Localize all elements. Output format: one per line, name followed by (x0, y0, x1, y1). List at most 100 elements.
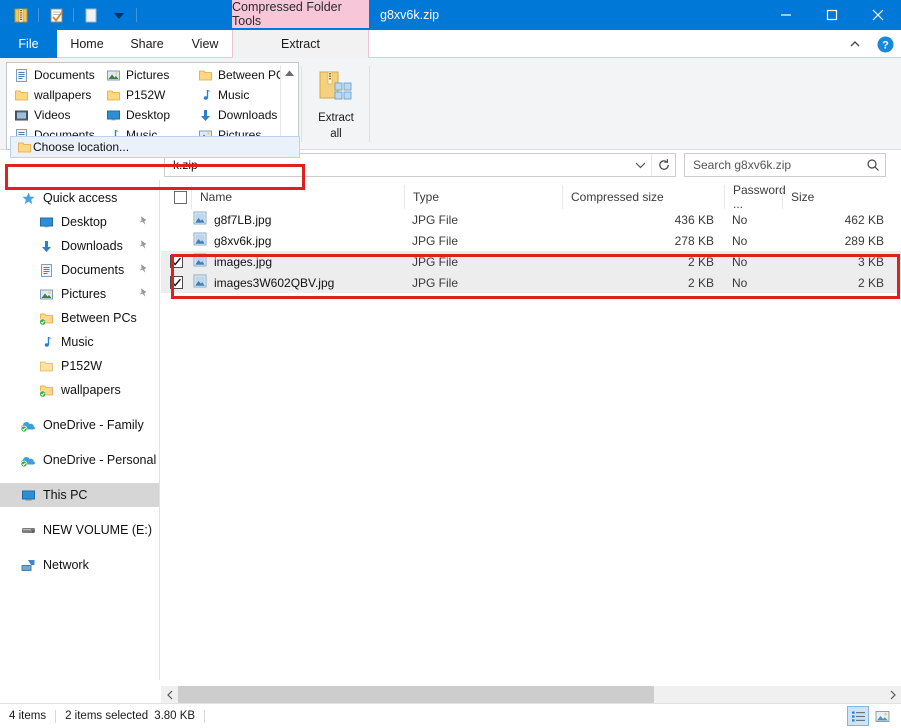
row-checkbox[interactable] (161, 251, 191, 272)
gallery-item-between-pcs[interactable]: Between PCs (192, 65, 280, 85)
ribbon-tab-row: File Home Share View Extract ? (0, 30, 901, 58)
scrollbar-track[interactable] (178, 686, 884, 703)
row-type-cell: JPG File (412, 212, 459, 227)
maximize-button[interactable] (809, 0, 855, 30)
sidebar-item-pictures[interactable]: Pictures (0, 282, 159, 306)
nav-spacer-4 (0, 507, 159, 518)
sidebar-item-label: Network (43, 558, 89, 572)
music-icon (38, 334, 54, 350)
column-header-type[interactable]: Type (404, 185, 562, 209)
minimize-button[interactable] (763, 0, 809, 30)
column-header-size[interactable]: Size (782, 185, 894, 209)
horizontal-scrollbar[interactable] (161, 686, 901, 703)
file-name-label: g8xv6k.jpg (214, 233, 272, 248)
row-checkbox[interactable] (161, 230, 191, 251)
choose-location-item[interactable]: Choose location... (10, 136, 300, 158)
sidebar-item-label: NEW VOLUME (E:) (43, 523, 153, 537)
search-icon[interactable] (861, 154, 885, 176)
sidebar-item-p152w[interactable]: P152W (0, 354, 159, 378)
tab-view[interactable]: View (177, 30, 233, 58)
table-row[interactable]: g8xv6k.jpg JPG File 278 KB No 289 KB (161, 230, 901, 251)
sidebar-item-documents[interactable]: Documents (0, 258, 159, 282)
properties-icon[interactable] (43, 3, 69, 27)
tab-home[interactable]: Home (57, 30, 117, 58)
gallery-item-wallpapers[interactable]: wallpapers (8, 85, 100, 105)
new-folder-icon[interactable] (78, 3, 104, 27)
column-header-name[interactable]: Name (191, 185, 404, 209)
nav-spacer-3 (0, 472, 159, 483)
sidebar-item-onedrive-personal[interactable]: OneDrive - Personal (0, 448, 159, 472)
file-list[interactable]: Name Type Compressed size Password ... S… (161, 180, 901, 680)
sidebar-item-desktop[interactable]: Desktop (0, 210, 159, 234)
column-header-password[interactable]: Password ... (724, 183, 786, 211)
row-checkbox[interactable] (161, 272, 191, 293)
refresh-icon[interactable] (651, 154, 675, 176)
scrollbar-thumb[interactable] (178, 686, 654, 703)
table-row[interactable]: images3W602QBV.jpg JPG File 2 KB No 2 KB (161, 272, 901, 293)
navigation-pane[interactable]: Quick access Desktop Downloads Documents… (0, 180, 160, 680)
gallery-item-label: Between PCs (218, 68, 280, 82)
gallery-item-videos-1[interactable]: Videos (8, 105, 100, 125)
status-item-count: 4 items (9, 710, 47, 722)
search-box[interactable]: Search g8xv6k.zip (684, 153, 886, 177)
gallery-item-music-1[interactable]: Music (192, 85, 280, 105)
folder-sync-icon (38, 310, 54, 326)
folder-sync-icon (38, 382, 54, 398)
desktop-icon (38, 214, 54, 230)
tab-file[interactable]: File (0, 30, 57, 58)
row-size-cell: 462 KB (844, 212, 884, 227)
help-icon[interactable]: ? (873, 32, 897, 56)
file-name-label: images3W602QBV.jpg (214, 275, 335, 290)
search-input[interactable]: Search g8xv6k.zip (685, 158, 861, 172)
status-bar: 4 items 2 items selected 3.80 KB (0, 703, 901, 728)
large-icons-view-button[interactable] (871, 706, 893, 726)
sidebar-item-label: Pictures (61, 287, 107, 301)
gallery-item-documents-1[interactable]: Documents (8, 65, 100, 85)
pin-icon[interactable] (138, 239, 149, 253)
zip-folder-icon[interactable] (8, 3, 34, 27)
sidebar-item-this-pc[interactable]: This PC (0, 483, 159, 507)
scroll-left-icon[interactable] (161, 686, 178, 703)
sidebar-item-label: Downloads (61, 239, 123, 253)
tab-share[interactable]: Share (117, 30, 177, 58)
pin-icon[interactable] (138, 287, 149, 301)
gallery-item-desktop[interactable]: Desktop (100, 105, 192, 125)
sidebar-item-network[interactable]: Network (0, 553, 159, 577)
sidebar-item-music[interactable]: Music (0, 330, 159, 354)
table-row[interactable]: images.jpg JPG File 2 KB No 3 KB (161, 251, 901, 272)
jpg-file-icon (193, 211, 207, 228)
row-checkbox[interactable] (161, 209, 191, 230)
close-button[interactable] (855, 0, 901, 30)
column-header-compressed-size[interactable]: Compressed size (562, 185, 724, 209)
folder-icon (105, 87, 121, 103)
this-pc-icon (20, 487, 36, 503)
row-size-cell: 289 KB (844, 233, 884, 248)
ribbon-separator-2 (369, 66, 370, 142)
collapse-ribbon-icon[interactable] (843, 32, 867, 56)
sidebar-item-new-volume[interactable]: NEW VOLUME (E:) (0, 518, 159, 542)
onedrive-icon (20, 417, 36, 433)
folder-icon (38, 358, 54, 374)
scroll-up-icon[interactable] (281, 65, 298, 81)
table-row[interactable]: g8f7LB.jpg JPG File 436 KB No 462 KB (161, 209, 901, 230)
extract-all-button[interactable]: Extract all (305, 62, 367, 146)
view-toggle-group (847, 706, 901, 726)
details-view-button[interactable] (847, 706, 869, 726)
sidebar-item-label: OneDrive - Personal (43, 453, 157, 467)
gallery-item-pictures-1[interactable]: Pictures (100, 65, 192, 85)
customize-dropdown-icon[interactable] (106, 3, 132, 27)
sidebar-item-between-pcs[interactable]: Between PCs (0, 306, 159, 330)
select-all-checkbox[interactable] (161, 185, 191, 209)
sidebar-item-onedrive-family[interactable]: OneDrive - Family (0, 413, 159, 437)
pin-icon[interactable] (138, 263, 149, 277)
gallery-item-p152w[interactable]: P152W (100, 85, 192, 105)
sidebar-item-wallpapers[interactable]: wallpapers (0, 378, 159, 402)
sidebar-item-downloads[interactable]: Downloads (0, 234, 159, 258)
gallery-item-downloads[interactable]: Downloads (192, 105, 280, 125)
scroll-right-icon[interactable] (884, 686, 901, 703)
pin-icon[interactable] (138, 215, 149, 229)
sidebar-item-quick-access[interactable]: Quick access (0, 186, 159, 210)
tab-extract[interactable]: Extract (232, 30, 369, 58)
chevron-down-icon[interactable] (629, 154, 651, 176)
extract-all-label-line2: all (330, 128, 342, 140)
